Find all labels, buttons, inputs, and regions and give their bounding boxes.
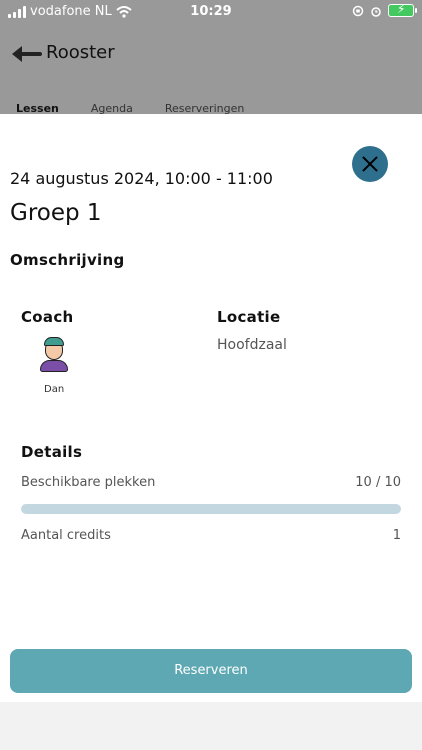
credits-value: 1 bbox=[392, 528, 401, 543]
available-spots-value: 10 / 10 bbox=[355, 475, 401, 490]
orientation-lock-icon bbox=[352, 5, 364, 16]
description-heading: Omschrijving bbox=[10, 251, 125, 269]
location-value: Hoofdzaal bbox=[217, 337, 287, 353]
close-icon[interactable] bbox=[352, 146, 388, 182]
bottom-area bbox=[0, 702, 422, 750]
status-bar: vodafone NL 10:29 ⚡ bbox=[0, 0, 422, 26]
page-title: Rooster bbox=[46, 42, 115, 63]
credits-label: Aantal credits bbox=[21, 528, 111, 543]
lesson-datetime: 24 augustus 2024, 10:00 - 11:00 bbox=[10, 169, 273, 188]
progress-fill bbox=[21, 504, 401, 514]
location-heading: Locatie bbox=[217, 308, 281, 326]
coach-name: Dan bbox=[44, 384, 65, 395]
coach-heading: Coach bbox=[21, 308, 74, 326]
coach-avatar-icon bbox=[39, 336, 69, 372]
alarm-icon bbox=[371, 6, 381, 17]
lesson-title: Groep 1 bbox=[10, 200, 102, 226]
reserve-button[interactable]: Reserveren bbox=[10, 649, 412, 693]
available-spots-progress-bar bbox=[21, 504, 401, 514]
app-bar: Rooster Lessen Agenda Reserveringen bbox=[0, 26, 422, 115]
available-spots-label: Beschikbare plekken bbox=[21, 475, 156, 490]
status-icons: ⚡ bbox=[352, 2, 417, 17]
lesson-detail-sheet: 24 augustus 2024, 10:00 - 11:00 Groep 1 … bbox=[0, 114, 422, 702]
details-heading: Details bbox=[21, 443, 83, 461]
battery-charging-icon: ⚡ bbox=[388, 2, 417, 17]
back-arrow-icon[interactable] bbox=[12, 44, 42, 64]
